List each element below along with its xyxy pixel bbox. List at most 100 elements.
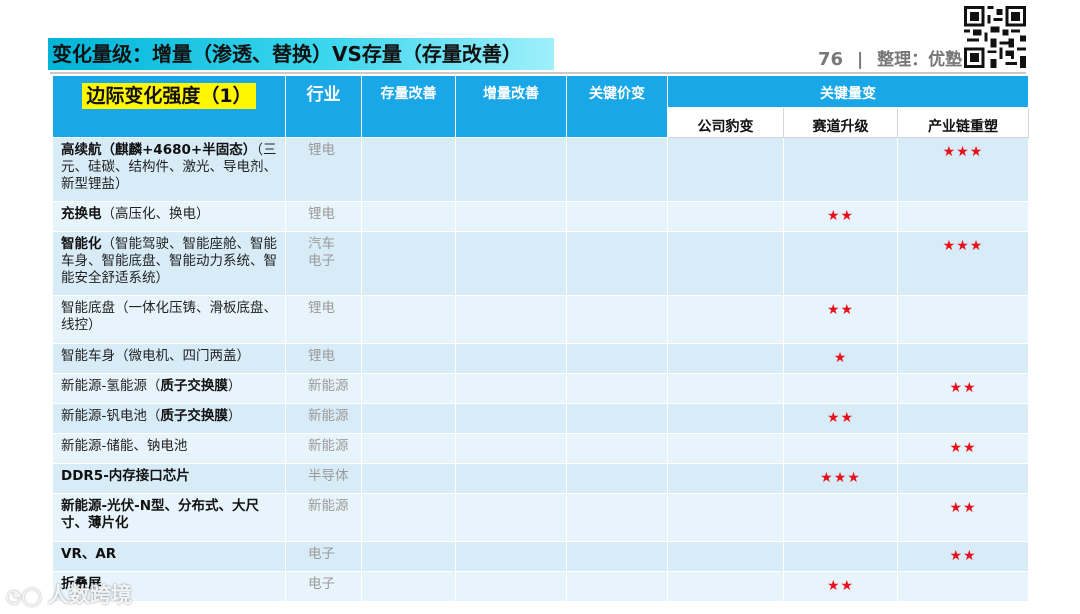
cell-company-leopard [667, 295, 784, 344]
watermark: ◔◯ 人数跨境 [6, 582, 132, 608]
cell-chain-reshape: ★★ [897, 541, 1029, 572]
page-info: 76 | 整理：优塾 [818, 48, 962, 72]
cell-chain-reshape [897, 201, 1029, 232]
header-industry: 行业 [285, 75, 362, 138]
cell-company-leopard [667, 231, 784, 296]
cell-track-upgrade [783, 493, 898, 542]
cell-track-upgrade [783, 541, 898, 572]
row-industry: 电子 [285, 541, 362, 572]
table-row: 智能车身（微电机、四门两盖） 锂电 ★ [52, 343, 1029, 374]
table-row: 新能源-钒电池（质子交换膜） 新能源 ★★ [52, 403, 1029, 434]
row-industry: 锂电 [285, 295, 362, 344]
cell-track-upgrade: ★★ [783, 571, 898, 602]
cell-track-upgrade [783, 137, 898, 202]
cell-stock-improve [361, 493, 456, 542]
cell-stock-improve [361, 433, 456, 464]
cell-stock-improve [361, 403, 456, 434]
row-item: 智能底盘（一体化压铸、滑板底盘、线控） [52, 295, 286, 344]
cell-track-upgrade [783, 433, 898, 464]
cell-stock-improve [361, 343, 456, 374]
header-chain-reshape: 产业链重塑 [897, 107, 1029, 138]
cell-increment-improve [455, 493, 567, 542]
row-item: 智能化（智能驾驶、智能座舱、智能车身、智能底盘、智能动力系统、智能安全舒适系统） [52, 231, 286, 296]
cell-increment-improve [455, 571, 567, 602]
row-item: 充换电（高压化、换电） [52, 201, 286, 232]
cell-stock-improve [361, 541, 456, 572]
corner-header: 边际变化强度（1） [52, 75, 286, 138]
slide: 变化量级：增量（渗透、替换）VS存量（存量改善） 76 | 整理：优塾 边际变化… [0, 0, 1080, 614]
cell-company-leopard [667, 493, 784, 542]
cell-chain-reshape [897, 571, 1029, 602]
title-divider [50, 72, 1026, 74]
cell-stock-improve [361, 463, 456, 494]
cell-company-leopard [667, 541, 784, 572]
row-item: 新能源-氢能源（质子交换膜） [52, 373, 286, 404]
cell-stock-improve [361, 201, 456, 232]
row-industry: 新能源 [285, 433, 362, 464]
row-industry: 新能源 [285, 403, 362, 434]
qr-code-icon [964, 6, 1026, 68]
header-key-price: 关键价变 [566, 75, 668, 138]
cell-chain-reshape [897, 463, 1029, 494]
cell-key-price [566, 463, 668, 494]
table-row: 智能底盘（一体化压铸、滑板底盘、线控） 锂电 ★★ [52, 295, 1029, 344]
page-number: 76 [818, 49, 844, 70]
row-item: 新能源-光伏-N型、分布式、大尺寸、薄片化 [52, 493, 286, 542]
page-separator: | [856, 50, 864, 70]
slide-title: 变化量级：增量（渗透、替换）VS存量（存量改善） [52, 42, 522, 66]
cell-increment-improve [455, 373, 567, 404]
cell-track-upgrade [783, 373, 898, 404]
corner-label: 边际变化强度（1） [82, 83, 256, 109]
cell-company-leopard [667, 373, 784, 404]
row-industry: 锂电 [285, 137, 362, 202]
cell-increment-improve [455, 433, 567, 464]
cell-stock-improve [361, 571, 456, 602]
cell-chain-reshape: ★★ [897, 373, 1029, 404]
cell-company-leopard [667, 571, 784, 602]
cell-key-price [566, 493, 668, 542]
cell-increment-improve [455, 295, 567, 344]
table-row: 充换电（高压化、换电） 锂电 ★★ [52, 201, 1029, 232]
cell-key-price [566, 201, 668, 232]
cell-chain-reshape: ★★ [897, 433, 1029, 464]
table-row: 新能源-光伏-N型、分布式、大尺寸、薄片化 新能源 ★★ [52, 493, 1029, 542]
cell-key-price [566, 295, 668, 344]
cell-company-leopard [667, 403, 784, 434]
table-row: DDR5-内存接口芯片 半导体 ★★★ [52, 463, 1029, 494]
row-industry: 半导体 [285, 463, 362, 494]
cell-key-price [566, 231, 668, 296]
header-increment-improve: 增量改善 [455, 75, 567, 138]
cell-chain-reshape: ★★★ [897, 231, 1029, 296]
header-track-upgrade: 赛道升级 [783, 107, 898, 138]
row-industry: 新能源 [285, 493, 362, 542]
row-industry: 锂电 [285, 343, 362, 374]
cell-chain-reshape [897, 295, 1029, 344]
cell-company-leopard [667, 463, 784, 494]
table-row: 新能源-储能、钠电池 新能源 ★★ [52, 433, 1029, 464]
cell-stock-improve [361, 231, 456, 296]
cell-track-upgrade [783, 231, 898, 296]
cell-stock-improve [361, 373, 456, 404]
cell-increment-improve [455, 201, 567, 232]
cell-chain-reshape: ★★★ [897, 137, 1029, 202]
change-strength-table: 边际变化强度（1） 行业 存量改善 增量改善 关键价变 关键量变 公司豹变 赛道… [52, 75, 1029, 602]
row-item: 智能车身（微电机、四门两盖） [52, 343, 286, 374]
cell-company-leopard [667, 137, 784, 202]
cell-stock-improve [361, 295, 456, 344]
row-item: 新能源-钒电池（质子交换膜） [52, 403, 286, 434]
row-industry: 新能源 [285, 373, 362, 404]
table-row: VR、AR 电子 ★★ [52, 541, 1029, 572]
cell-key-price [566, 571, 668, 602]
cell-increment-improve [455, 231, 567, 296]
row-item: 高续航（麒麟+4680+半固态）（三元、硅碳、结构件、激光、导电剂、新型锂盐） [52, 137, 286, 202]
row-industry: 电子 [285, 571, 362, 602]
watermark-text: 人数跨境 [47, 583, 132, 607]
cell-chain-reshape [897, 343, 1029, 374]
cell-company-leopard [667, 433, 784, 464]
cell-key-price [566, 343, 668, 374]
watermark-logo-icon: ◔◯ [6, 586, 42, 607]
cell-increment-improve [455, 463, 567, 494]
header-company-leopard: 公司豹变 [667, 107, 784, 138]
cell-track-upgrade: ★★ [783, 403, 898, 434]
cell-company-leopard [667, 343, 784, 374]
